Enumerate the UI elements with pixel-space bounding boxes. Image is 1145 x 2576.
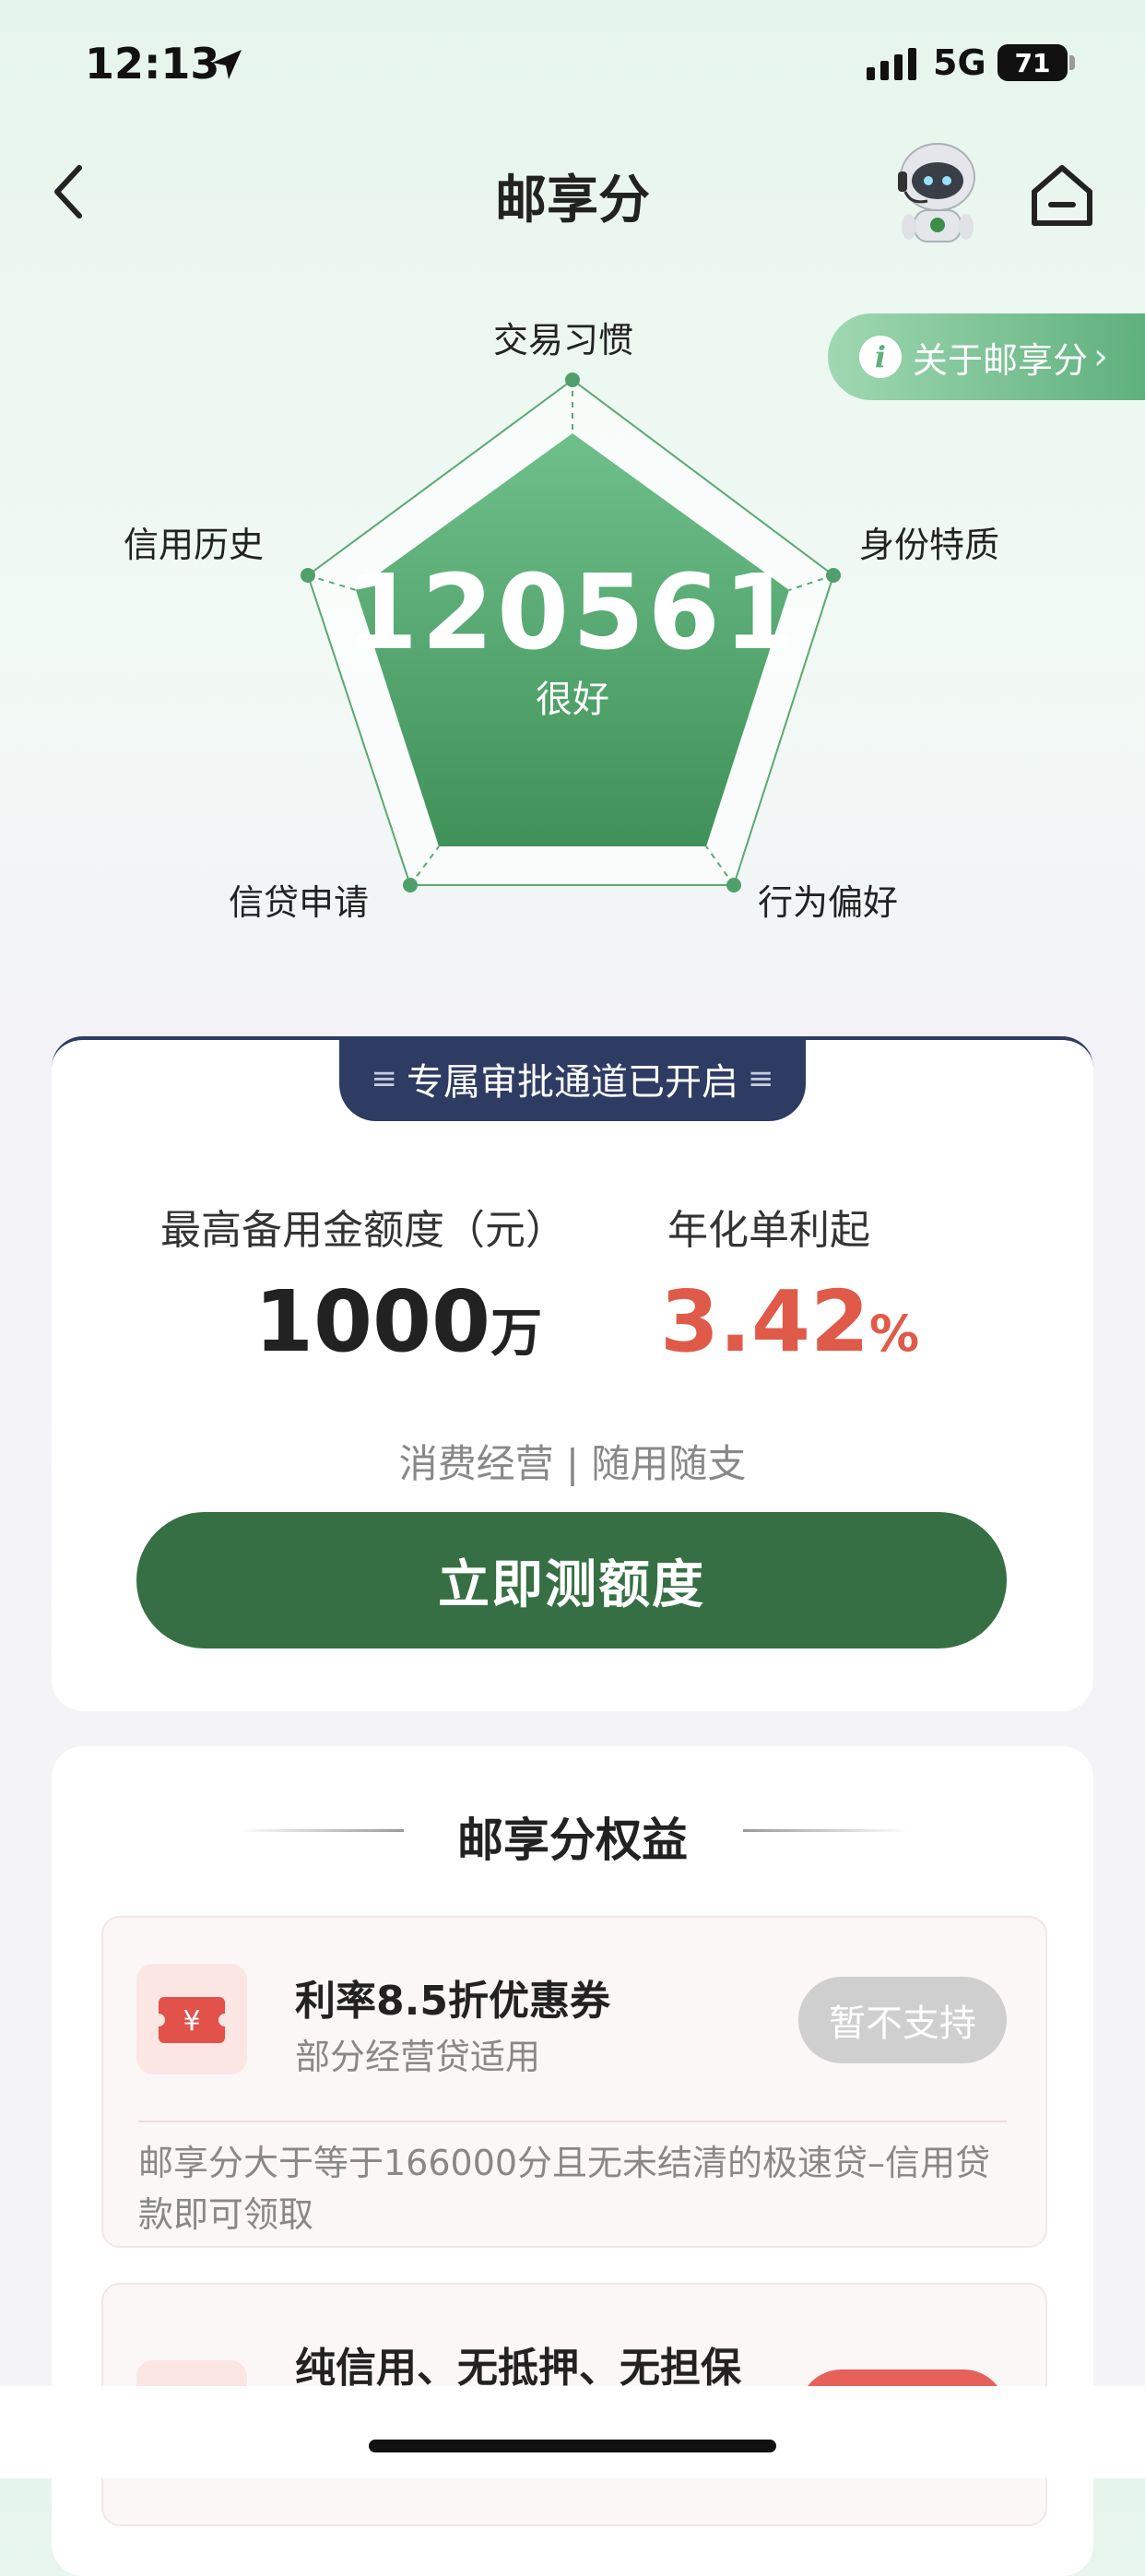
- approval-badge: ≡ 专属审批通道已开启 ≡: [339, 1036, 806, 1121]
- rate-unit: %: [869, 1305, 920, 1363]
- benefit-subtitle: 部分经营贷适用: [295, 2037, 541, 2077]
- benefit-divider: [138, 2121, 1007, 2122]
- benefits-title: 邮享分权益: [457, 1814, 688, 1867]
- approval-badge-text: 专属审批通道已开启: [407, 1061, 738, 1104]
- battery-tip: [1069, 55, 1075, 70]
- bottom-safe-area: [0, 2386, 1145, 2478]
- radar-label-credit-application: 信贷申请: [229, 882, 370, 923]
- home-icon[interactable]: [1025, 159, 1099, 236]
- loan-tags: 消费经营 | 随用随支: [398, 1441, 747, 1486]
- svg-text:¥: ¥: [183, 2005, 200, 2038]
- assistant-robot-icon[interactable]: [887, 138, 988, 253]
- rate-label: 年化单利起: [667, 1207, 870, 1254]
- status-time: 12:13: [85, 39, 220, 89]
- limit-value: 1000: [254, 1272, 491, 1371]
- coupon-icon: ¥: [136, 1964, 247, 2074]
- limit-label: 最高备用金额度（元）: [160, 1207, 566, 1254]
- score-value: 120561: [346, 553, 799, 673]
- home-indicator: [369, 2440, 776, 2452]
- benefit-description: 邮享分大于等于166000分且无未结清的极速贷–信用贷款即可领取: [138, 2143, 991, 2235]
- battery-level: 71: [1014, 47, 1051, 78]
- measure-limit-button[interactable]: 立即测额度: [136, 1512, 1007, 1648]
- badge-deco-left: ≡: [371, 1060, 398, 1097]
- benefit-unsupported-button[interactable]: 暂不支持: [798, 1977, 1007, 2063]
- rate-value: 3.42: [660, 1272, 869, 1371]
- network-type: 5G: [933, 42, 986, 83]
- signal-icon: [867, 48, 916, 80]
- badge-deco-right: ≡: [748, 1060, 774, 1097]
- radar-label-behavior: 行为偏好: [758, 882, 899, 923]
- limit-unit: 万: [490, 1304, 543, 1364]
- location-arrow-icon: [208, 46, 245, 87]
- rate-amount: 3.42%: [660, 1272, 919, 1371]
- benefit-title: 纯信用、无抵押、无担保: [295, 2345, 741, 2392]
- benefit-title: 利率8.5折优惠券: [295, 1978, 610, 2025]
- limit-amount: 1000万: [254, 1272, 542, 1371]
- score-level: 很好: [536, 679, 609, 721]
- radar-label-transaction-habits: 交易习惯: [493, 320, 634, 360]
- battery-icon: 71: [997, 44, 1068, 81]
